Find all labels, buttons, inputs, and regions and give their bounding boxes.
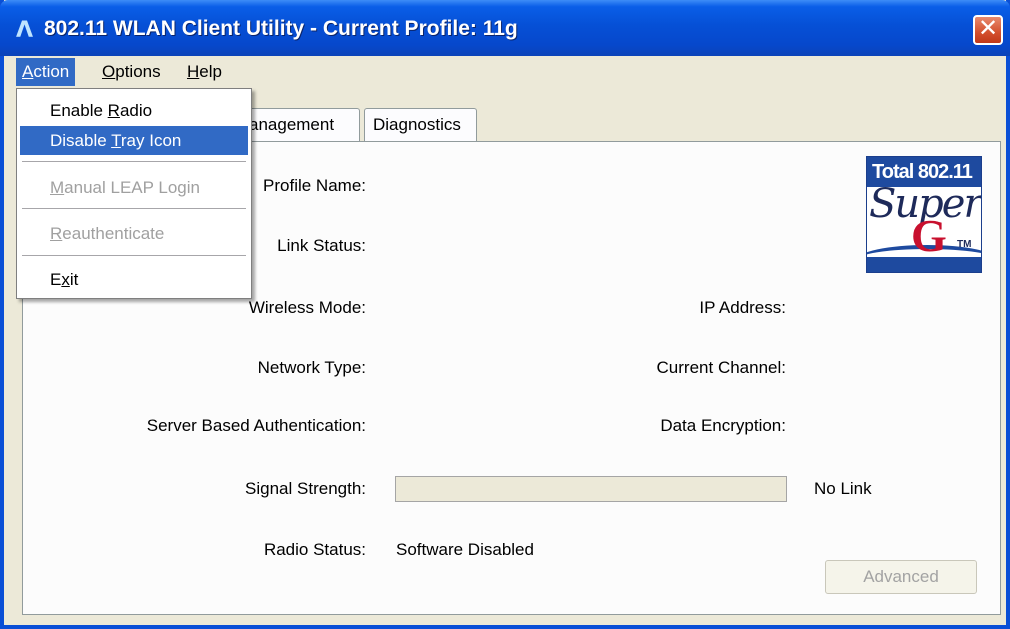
radio-status-value: Software Disabled: [396, 540, 534, 559]
app-window: Λ 802.11 WLAN Client Utility - Current P…: [0, 0, 1010, 629]
menu-help[interactable]: Help: [181, 58, 228, 86]
tab-diagnostics-label: Diagnostics: [373, 115, 461, 134]
signal-strength-value: No Link: [814, 479, 872, 498]
menu-item-exit[interactable]: Exit: [20, 265, 248, 294]
network-type-label: Network Type:: [257, 358, 366, 377]
tab-diagnostics[interactable]: Diagnostics: [364, 108, 477, 142]
menu-item-manual-leap-login[interactable]: Manual LEAP Login: [20, 173, 248, 202]
advanced-button[interactable]: Advanced: [825, 560, 977, 594]
title-bar[interactable]: Λ 802.11 WLAN Client Utility - Current P…: [0, 0, 1010, 56]
tab-management-label: anagement: [249, 115, 335, 134]
menu-options[interactable]: Options: [96, 58, 167, 86]
menu-item-reauthenticate[interactable]: Reauthenticate: [20, 219, 248, 248]
menu-separator: [22, 208, 246, 209]
action-menu: Enable Radio Disable Tray Icon Manual LE…: [16, 88, 252, 299]
antenna-icon: Λ: [16, 18, 34, 43]
current-channel-label: Current Channel:: [656, 358, 786, 377]
signal-strength-label: Signal Strength:: [245, 479, 366, 498]
menu-separator: [22, 255, 246, 256]
menu-separator: [22, 161, 246, 162]
signal-strength-bar: [395, 476, 787, 502]
logo-bottom-band: [867, 257, 981, 272]
server-auth-label: Server Based Authentication:: [146, 416, 366, 435]
window-title: 802.11 WLAN Client Utility - Current Pro…: [44, 17, 518, 40]
logo-tm: TM: [957, 239, 972, 250]
close-icon: ✕: [977, 15, 999, 42]
ip-address-label: IP Address:: [699, 298, 786, 317]
menu-bar: Action Options Help: [4, 56, 1006, 88]
radio-status-label: Radio Status:: [263, 540, 366, 559]
wireless-mode-label: Wireless Mode:: [248, 298, 366, 317]
menu-item-disable-tray-icon[interactable]: Disable Tray Icon: [20, 126, 248, 155]
logo-g: G: [911, 210, 947, 261]
menu-action[interactable]: Action: [16, 58, 76, 86]
data-encryption-label: Data Encryption:: [660, 416, 786, 435]
close-button[interactable]: ✕: [973, 15, 1003, 45]
super-g-logo: Total 802.11 Super G TM: [866, 156, 982, 273]
menu-item-enable-radio[interactable]: Enable Radio: [20, 96, 248, 125]
